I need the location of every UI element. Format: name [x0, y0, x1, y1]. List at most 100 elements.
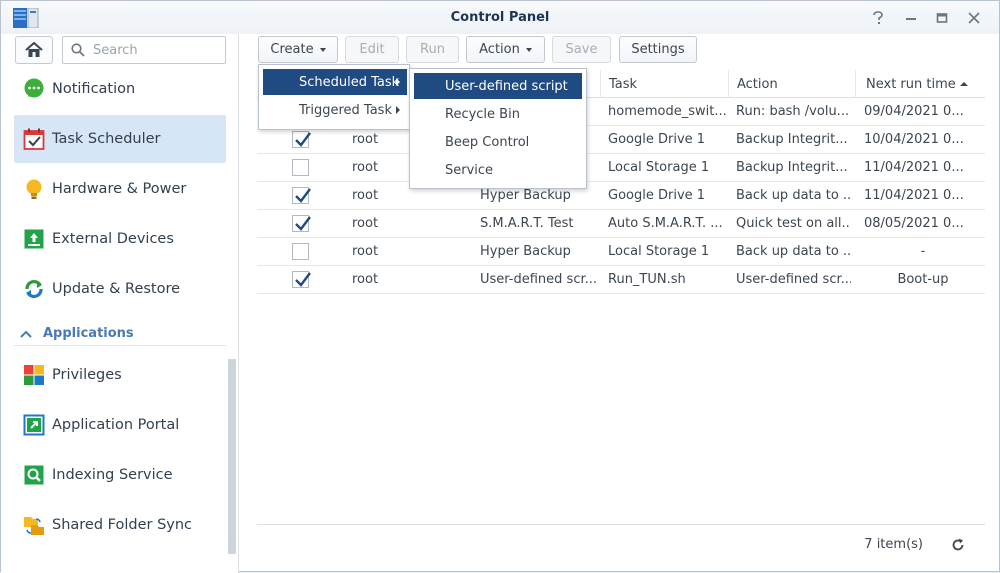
cell-type: User-defined scr... [480, 272, 598, 287]
cell-task: Google Drive 1 [608, 188, 706, 203]
sidebar-item-notification[interactable]: Notification [14, 65, 226, 113]
cell-action: Backup Integrit... [736, 160, 848, 175]
refresh-icon [952, 538, 964, 551]
cell-next-run: - [920, 244, 926, 259]
cell-action: Run: bash /volu... [736, 104, 850, 119]
sidebar-item-privileges[interactable]: Privileges [14, 351, 226, 399]
menu-item-triggered-task[interactable]: Triggered Task [263, 97, 407, 123]
menu-item-scheduled-task[interactable]: Scheduled Task [263, 69, 407, 95]
window-title: Control Panel [450, 10, 550, 25]
run-button[interactable]: Run [406, 36, 459, 63]
home-button[interactable] [15, 36, 53, 64]
cell-action: Backup Integrit... [736, 132, 848, 147]
checkmark-icon [295, 188, 311, 203]
caret-down-icon [525, 47, 532, 52]
cell-owner: root [352, 244, 379, 259]
search-icon [71, 43, 85, 57]
cell-action: Back up data to ... [736, 188, 851, 203]
sidebar-item-label: Privileges [52, 367, 122, 383]
edit-button-label: Edit [359, 42, 385, 57]
chevron-up-icon [20, 330, 32, 338]
menu-item-user-defined-script[interactable]: User-defined script [414, 73, 582, 99]
sidebar-item-label: Notification [52, 81, 136, 97]
sidebar-item-label: Application Portal [52, 417, 180, 433]
application-portal-icon [23, 414, 45, 436]
table-row[interactable]: root Hyper Backup Local Storage 1 Back u… [257, 238, 985, 266]
settings-button[interactable]: Settings [619, 36, 697, 63]
sidebar-item-external-devices[interactable]: External Devices [14, 215, 226, 263]
enabled-checkbox[interactable] [292, 271, 311, 288]
search-box[interactable] [62, 36, 226, 64]
cell-task: Run_TUN.sh [608, 272, 686, 287]
checkmark-icon [295, 272, 311, 287]
enabled-checkbox[interactable] [292, 187, 311, 204]
indexing-search-icon [23, 464, 45, 486]
control-panel-window: Control Panel Search Notification Task S… [0, 0, 1000, 573]
sidebar-item-label: External Devices [52, 231, 174, 247]
cell-task: Google Drive 1 [608, 132, 706, 147]
sidebar-item-label: Task Scheduler [52, 131, 161, 147]
sidebar-item-task-scheduler[interactable]: Task Scheduler [14, 115, 226, 163]
table-row[interactable]: root S.M.A.R.T. Test Auto S.M.A.R.T. ...… [257, 210, 985, 238]
table-row[interactable]: root Local Storage 1 Backup Integrit... … [257, 154, 985, 182]
cell-next-run: 11/04/2021 0... [864, 188, 964, 203]
cell-task: Local Storage 1 [608, 160, 710, 175]
search-input[interactable] [91, 41, 221, 59]
cell-action: Back up data to ... [736, 244, 851, 259]
column-header-action[interactable]: Action [728, 70, 855, 98]
cell-task: Local Storage 1 [608, 244, 710, 259]
cell-next-run: Boot-up [897, 272, 949, 287]
help-icon [873, 11, 883, 24]
action-button[interactable]: Action [466, 36, 545, 63]
create-menu: Scheduled Task Triggered Task [258, 64, 410, 130]
sidebar-item-application-portal[interactable]: Application Portal [14, 401, 226, 449]
menu-item-service[interactable]: Service [414, 157, 582, 183]
notification-icon [23, 78, 45, 100]
menu-item-recycle-bin[interactable]: Recycle Bin [414, 101, 582, 127]
table-footer: 7 item(s) [257, 524, 985, 564]
home-icon [25, 42, 43, 57]
cell-action: Quick test on all... [736, 216, 851, 231]
create-button[interactable]: Create [258, 36, 338, 63]
sidebar-item-indexing-service[interactable]: Indexing Service [14, 451, 226, 499]
enabled-checkbox[interactable] [292, 159, 309, 176]
cell-next-run: 10/04/2021 0... [864, 132, 964, 147]
enabled-checkbox[interactable] [292, 243, 309, 260]
column-header-task[interactable]: Task [600, 70, 728, 98]
help-button[interactable] [867, 8, 889, 28]
checkmark-icon [295, 216, 311, 231]
submenu-arrow-icon [396, 106, 400, 114]
create-button-label: Create [270, 42, 314, 57]
sidebar: Notification Task Scheduler Hardware & P… [1, 34, 239, 573]
sidebar-item-shared-folder-sync[interactable]: Shared Folder Sync [14, 501, 226, 549]
maximize-button[interactable] [931, 8, 953, 28]
settings-button-label: Settings [631, 42, 685, 57]
cell-task: homemode_swit... [608, 104, 727, 119]
minimize-button[interactable] [900, 8, 922, 28]
enabled-checkbox[interactable] [292, 131, 311, 148]
table-row[interactable]: root Google Drive 1 Backup Integrit... 1… [257, 126, 985, 154]
title-bar: Control Panel [1, 1, 999, 34]
edit-button[interactable]: Edit [345, 36, 399, 63]
cell-task: Auto S.M.A.R.T. ... [608, 216, 723, 231]
section-header-applications[interactable]: Applications [14, 322, 226, 346]
sidebar-item-label: Hardware & Power [52, 181, 187, 197]
sidebar-item-hardware-power[interactable]: Hardware & Power [14, 165, 226, 213]
cell-next-run: 08/05/2021 0... [864, 216, 964, 231]
action-button-label: Action [479, 42, 520, 57]
save-button[interactable]: Save [552, 36, 611, 63]
close-button[interactable] [963, 8, 985, 28]
column-header-next-run-time[interactable]: Next run time [855, 70, 985, 98]
checkmark-icon [295, 132, 311, 147]
sidebar-scrollbar[interactable] [228, 359, 236, 554]
cell-type: Hyper Backup [480, 244, 571, 259]
sidebar-item-update-restore[interactable]: Update & Restore [14, 265, 226, 313]
save-button-label: Save [565, 42, 598, 57]
refresh-button[interactable] [949, 536, 967, 554]
table-row[interactable]: root User-defined scr... Run_TUN.sh User… [257, 266, 985, 294]
table-row[interactable]: root Hyper Backup Google Drive 1 Back up… [257, 182, 985, 210]
cell-next-run: 09/04/2021 0... [864, 104, 964, 119]
enabled-checkbox[interactable] [292, 215, 311, 232]
maximize-icon [936, 13, 948, 23]
menu-item-beep-control[interactable]: Beep Control [414, 129, 582, 155]
